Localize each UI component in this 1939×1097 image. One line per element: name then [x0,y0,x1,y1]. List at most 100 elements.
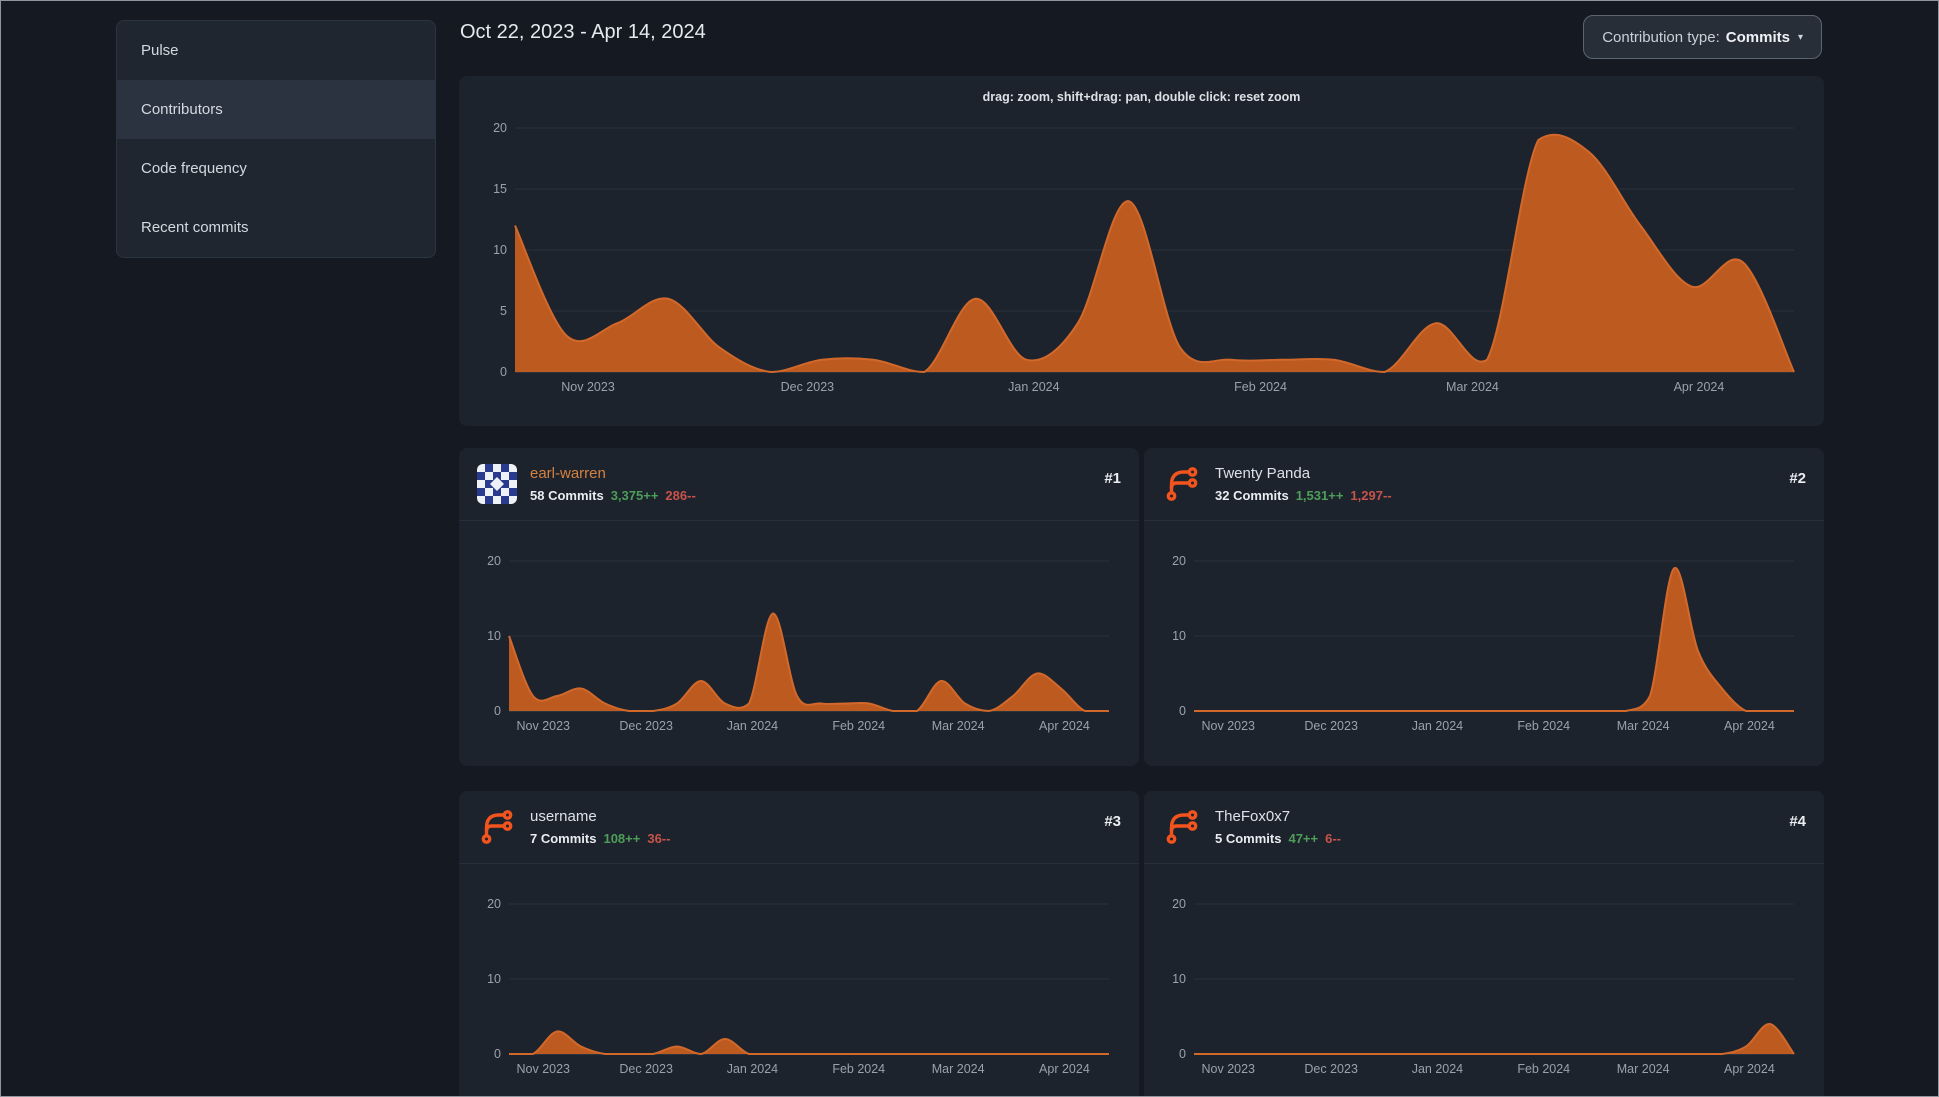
svg-text:Mar 2024: Mar 2024 [1617,1062,1670,1076]
sidebar-item-code-frequency[interactable]: Code frequency [117,139,435,198]
svg-text:0: 0 [500,365,507,379]
svg-text:Nov 2023: Nov 2023 [517,1062,571,1076]
forgejo-logo-avatar [1162,807,1202,847]
contributor-area-chart[interactable]: 0 10 20 Nov 2023 Dec 2023 Jan 2024 Feb 2024 Mar… [1154,553,1808,737]
svg-text:10: 10 [487,972,501,986]
sidebar-item-contributors[interactable]: Contributors [117,80,435,139]
svg-text:Mar 2024: Mar 2024 [1617,719,1670,733]
commit-count: 7 Commits [530,831,597,846]
contributor-area-chart[interactable]: 0 10 20 Nov 2023 Dec 2023 Jan 2024 Feb 2024 Mar… [469,553,1123,737]
commit-count: 5 Commits [1215,831,1282,846]
svg-text:Apr 2024: Apr 2024 [1724,719,1775,733]
additions-count: 47++ [1288,831,1319,846]
svg-text:Mar 2024: Mar 2024 [932,1062,985,1076]
deletions-count: 1,297-- [1350,488,1392,503]
svg-text:Nov 2023: Nov 2023 [517,719,571,733]
contributor-stats: 58 Commits 3,375++ 286-- [530,488,696,503]
contributor-card-header: username 7 Commits 108++ 36-- #3 [459,791,1139,864]
identicon-avatar [477,464,517,504]
rank-badge: #2 [1789,470,1806,487]
svg-text:15: 15 [493,182,507,196]
contribution-type-dropdown[interactable]: Contribution type: Commits ▾ [1583,15,1822,59]
contributor-identity: Twenty Panda 32 Commits 1,531++ 1,297-- [1215,464,1392,504]
contributor-stats: 32 Commits 1,531++ 1,297-- [1215,488,1392,503]
sidebar-item-pulse[interactable]: Pulse [117,21,435,80]
date-range-title: Oct 22, 2023 - Apr 14, 2024 [460,21,706,43]
deletions-count: 286-- [665,488,696,503]
forgejo-logo-avatar [477,807,517,847]
contributions-chart-panel: drag: zoom, shift+drag: pan, double clic… [459,76,1824,426]
svg-text:Apr 2024: Apr 2024 [1724,1062,1775,1076]
svg-text:Feb 2024: Feb 2024 [832,1062,885,1076]
contributor-stats: 5 Commits 47++ 6-- [1215,831,1341,846]
svg-text:Jan 2024: Jan 2024 [1412,1062,1463,1076]
contributions-area-chart[interactable]: 0 5 10 15 20 Nov 2023 Dec 2023 Jan 2024 Feb 2024… [475,120,1808,398]
contribution-type-label: Contribution type: [1602,28,1720,46]
contributor-card: earl-warren 58 Commits 3,375++ 286-- #1 … [459,448,1139,766]
svg-text:0: 0 [494,1047,501,1061]
contribution-type-value: Commits [1725,28,1790,46]
svg-text:Apr 2024: Apr 2024 [1039,719,1090,733]
svg-text:Feb 2024: Feb 2024 [1517,719,1570,733]
additions-count: 108++ [603,831,641,846]
svg-text:Dec 2023: Dec 2023 [781,380,835,394]
svg-text:10: 10 [1172,629,1186,643]
contributors-page: Pulse Contributors Code frequency Recent… [0,0,1939,1097]
contributor-card: Twenty Panda 32 Commits 1,531++ 1,297-- … [1144,448,1824,766]
svg-text:Jan 2024: Jan 2024 [727,719,778,733]
svg-text:Feb 2024: Feb 2024 [832,719,885,733]
contributor-name: username [530,808,597,825]
svg-text:20: 20 [1172,897,1186,911]
forgejo-logo-avatar [1162,464,1202,504]
contributor-area-chart[interactable]: 0 10 20 Nov 2023 Dec 2023 Jan 2024 Feb 2024 Mar… [469,896,1123,1080]
contributor-name: TheFox0x7 [1215,808,1291,825]
chart-zoom-hint: drag: zoom, shift+drag: pan, double clic… [982,90,1301,104]
svg-text:Jan 2024: Jan 2024 [1008,380,1059,394]
svg-text:Mar 2024: Mar 2024 [932,719,985,733]
svg-text:Apr 2024: Apr 2024 [1674,380,1725,394]
contributor-card: TheFox0x7 5 Commits 47++ 6-- #4 0 10 20 Nov… [1144,791,1824,1096]
repo-activity-sidebar: Pulse Contributors Code frequency Recent… [116,20,436,258]
svg-text:0: 0 [1179,1047,1186,1061]
svg-text:Dec 2023: Dec 2023 [1304,719,1358,733]
rank-badge: #3 [1104,813,1121,830]
svg-text:10: 10 [1172,972,1186,986]
svg-text:Feb 2024: Feb 2024 [1234,380,1287,394]
rank-badge: #1 [1104,470,1121,487]
contributor-area-chart[interactable]: 0 10 20 Nov 2023 Dec 2023 Jan 2024 Feb 2024 Mar… [1154,896,1808,1080]
contributor-card-header: earl-warren 58 Commits 3,375++ 286-- #1 [459,448,1139,521]
contributor-identity: TheFox0x7 5 Commits 47++ 6-- [1215,807,1341,847]
svg-text:Apr 2024: Apr 2024 [1039,1062,1090,1076]
additions-count: 3,375++ [610,488,659,503]
svg-text:Nov 2023: Nov 2023 [1202,1062,1256,1076]
commit-count: 58 Commits [530,488,604,503]
svg-text:Dec 2023: Dec 2023 [619,719,673,733]
svg-text:Nov 2023: Nov 2023 [1202,719,1256,733]
rank-badge: #4 [1789,813,1806,830]
svg-text:Dec 2023: Dec 2023 [619,1062,673,1076]
svg-text:0: 0 [1179,704,1186,718]
chevron-down-icon: ▾ [1797,31,1803,43]
svg-text:Nov 2023: Nov 2023 [561,380,615,394]
svg-text:10: 10 [487,629,501,643]
sidebar-item-recent-commits[interactable]: Recent commits [117,198,435,257]
contributor-name-link[interactable]: earl-warren [530,465,696,483]
deletions-count: 36-- [647,831,671,846]
svg-text:20: 20 [1172,554,1186,568]
svg-text:10: 10 [493,243,507,257]
svg-text:Mar 2024: Mar 2024 [1446,380,1499,394]
svg-text:Jan 2024: Jan 2024 [1412,719,1463,733]
svg-text:20: 20 [487,554,501,568]
svg-text:5: 5 [500,304,507,318]
svg-text:20: 20 [493,121,507,135]
additions-count: 1,531++ [1295,488,1344,503]
svg-text:Jan 2024: Jan 2024 [727,1062,778,1076]
contributor-identity: earl-warren 58 Commits 3,375++ 286-- [530,464,696,504]
svg-text:0: 0 [494,704,501,718]
contributor-card-header: Twenty Panda 32 Commits 1,531++ 1,297-- … [1144,448,1824,521]
deletions-count: 6-- [1325,831,1342,846]
contributor-identity: username 7 Commits 108++ 36-- [530,807,670,847]
contributor-card: username 7 Commits 108++ 36-- #3 0 10 20 No… [459,791,1139,1096]
svg-text:Feb 2024: Feb 2024 [1517,1062,1570,1076]
contributor-card-header: TheFox0x7 5 Commits 47++ 6-- #4 [1144,791,1824,864]
